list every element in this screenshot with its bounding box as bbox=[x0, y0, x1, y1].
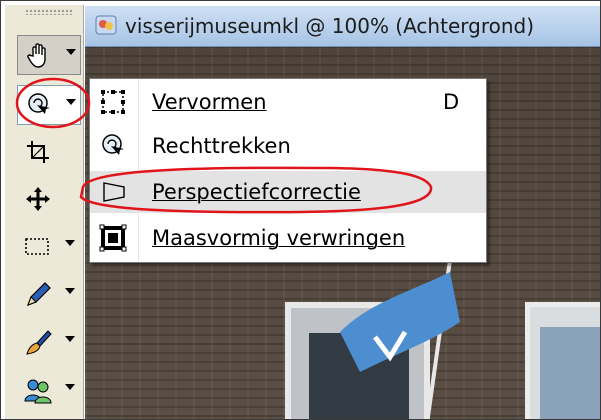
chevron-down-icon[interactable] bbox=[66, 49, 76, 55]
transform-icon bbox=[28, 93, 50, 114]
perspective-icon bbox=[103, 182, 125, 202]
menu-item-vervormen[interactable]: Vervormen D bbox=[90, 81, 486, 123]
transform-box-icon bbox=[101, 90, 125, 114]
transform-tool-button[interactable] bbox=[17, 85, 81, 125]
hand-tool-button[interactable] bbox=[17, 35, 81, 75]
clone-tool-button[interactable] bbox=[17, 371, 81, 411]
flag bbox=[340, 272, 460, 372]
move-tool-button[interactable] bbox=[17, 180, 81, 220]
marquee-icon bbox=[25, 238, 49, 255]
chevron-down-icon[interactable] bbox=[65, 288, 75, 294]
pen-tool-button[interactable] bbox=[17, 275, 81, 315]
pen-icon bbox=[26, 282, 51, 307]
mesh-warp-icon bbox=[99, 224, 127, 252]
hand-icon bbox=[27, 43, 46, 68]
chevron-down-icon[interactable] bbox=[65, 336, 75, 342]
screenshot-frame: visserijmuseumkl @ 100% (Achtergrond) Ve… bbox=[0, 0, 601, 420]
transform-menu: Vervormen D Rechttrekken Perspectiefcorr… bbox=[89, 78, 487, 263]
toolbox bbox=[5, 5, 84, 419]
clone-icon bbox=[24, 379, 52, 404]
move-icon bbox=[26, 187, 50, 211]
menu-item-perspectiefcorrectie[interactable]: Perspectiefcorrectie bbox=[90, 171, 486, 213]
menu-item-label: Perspectiefcorrectie bbox=[152, 180, 361, 204]
menu-item-label: Rechttrekken bbox=[152, 134, 291, 158]
straighten-icon bbox=[102, 134, 124, 155]
chevron-down-icon[interactable] bbox=[65, 384, 75, 390]
menu-item-maasvormig-verwringen[interactable]: Maasvormig verwringen bbox=[90, 217, 486, 259]
building-window bbox=[525, 302, 600, 419]
brush-tool-button[interactable] bbox=[17, 323, 81, 363]
menu-item-label: Vervormen bbox=[152, 90, 267, 114]
toolbox-grip[interactable] bbox=[25, 9, 73, 15]
document-title: visserijmuseumkl @ 100% (Achtergrond) bbox=[125, 14, 535, 38]
crop-icon bbox=[27, 141, 49, 163]
brush-icon bbox=[26, 330, 52, 355]
document-icon bbox=[95, 15, 117, 35]
crop-tool-button[interactable] bbox=[17, 133, 81, 173]
menu-item-rechttrekken[interactable]: Rechttrekken bbox=[90, 125, 486, 167]
marquee-tool-button[interactable] bbox=[17, 227, 81, 267]
chevron-down-icon[interactable] bbox=[65, 240, 75, 246]
chevron-down-icon[interactable] bbox=[66, 99, 76, 105]
document-titlebar[interactable]: visserijmuseumkl @ 100% (Achtergrond) bbox=[85, 6, 600, 47]
menu-item-shortcut: D bbox=[443, 90, 460, 114]
menu-item-label: Maasvormig verwringen bbox=[152, 226, 406, 250]
